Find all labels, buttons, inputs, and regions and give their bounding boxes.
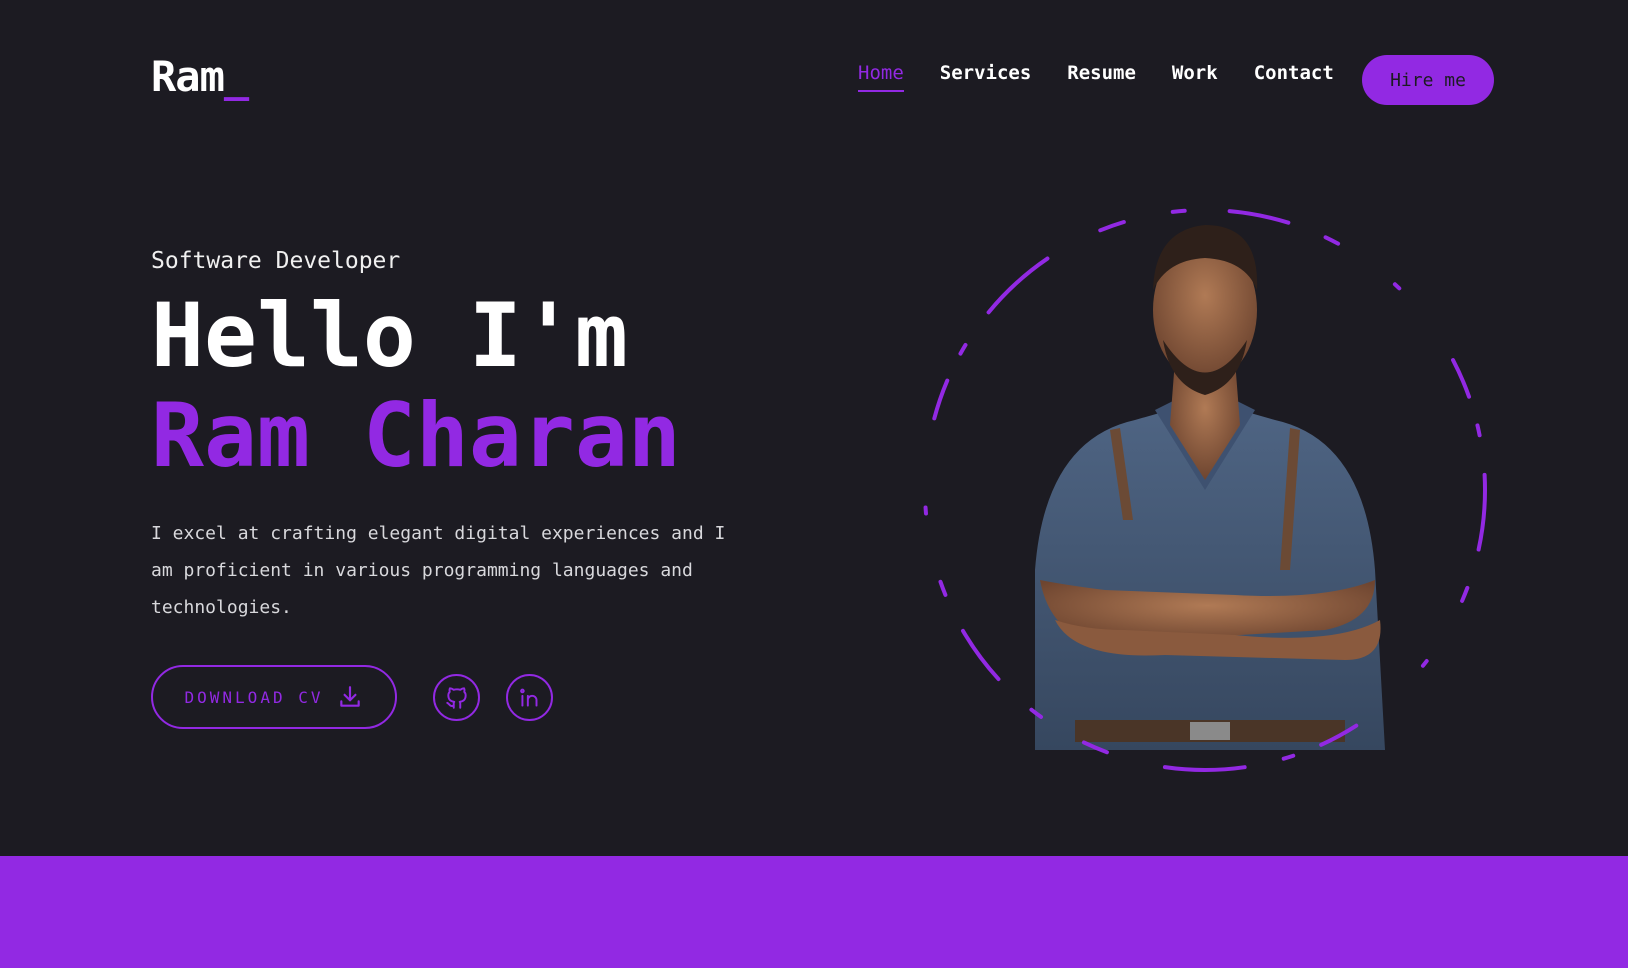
download-cv-label: DOWNLOAD CV — [184, 687, 324, 707]
dashed-ring — [923, 208, 1487, 772]
name-heading: Ram Charan — [151, 384, 681, 487]
logo-underscore: _ — [223, 52, 249, 101]
page: Ram_ Home Services Resume Work Contact H… — [0, 0, 1628, 968]
nav-contact[interactable]: Contact — [1254, 62, 1334, 92]
main-nav: Home Services Resume Work Contact — [858, 62, 1370, 92]
logo[interactable]: Ram_ — [151, 52, 249, 101]
greeting-heading: Hello I'm — [151, 284, 628, 387]
nav-resume[interactable]: Resume — [1067, 62, 1136, 92]
hire-me-button[interactable]: Hire me — [1362, 55, 1494, 105]
nav-home[interactable]: Home — [858, 62, 904, 92]
accent-band — [0, 856, 1628, 968]
role-title: Software Developer — [151, 248, 401, 274]
download-icon — [340, 686, 361, 707]
portrait-area — [905, 190, 1505, 790]
linkedin-icon — [519, 688, 537, 707]
download-cv-button[interactable]: DOWNLOAD CV — [151, 665, 397, 729]
github-icon — [445, 686, 467, 709]
nav-work[interactable]: Work — [1172, 62, 1218, 92]
intro-description: I excel at crafting elegant digital expe… — [151, 523, 726, 618]
github-link[interactable] — [433, 674, 480, 721]
linkedin-link[interactable] — [506, 674, 553, 721]
logo-text: Ram — [151, 52, 225, 101]
nav-services[interactable]: Services — [940, 62, 1032, 92]
